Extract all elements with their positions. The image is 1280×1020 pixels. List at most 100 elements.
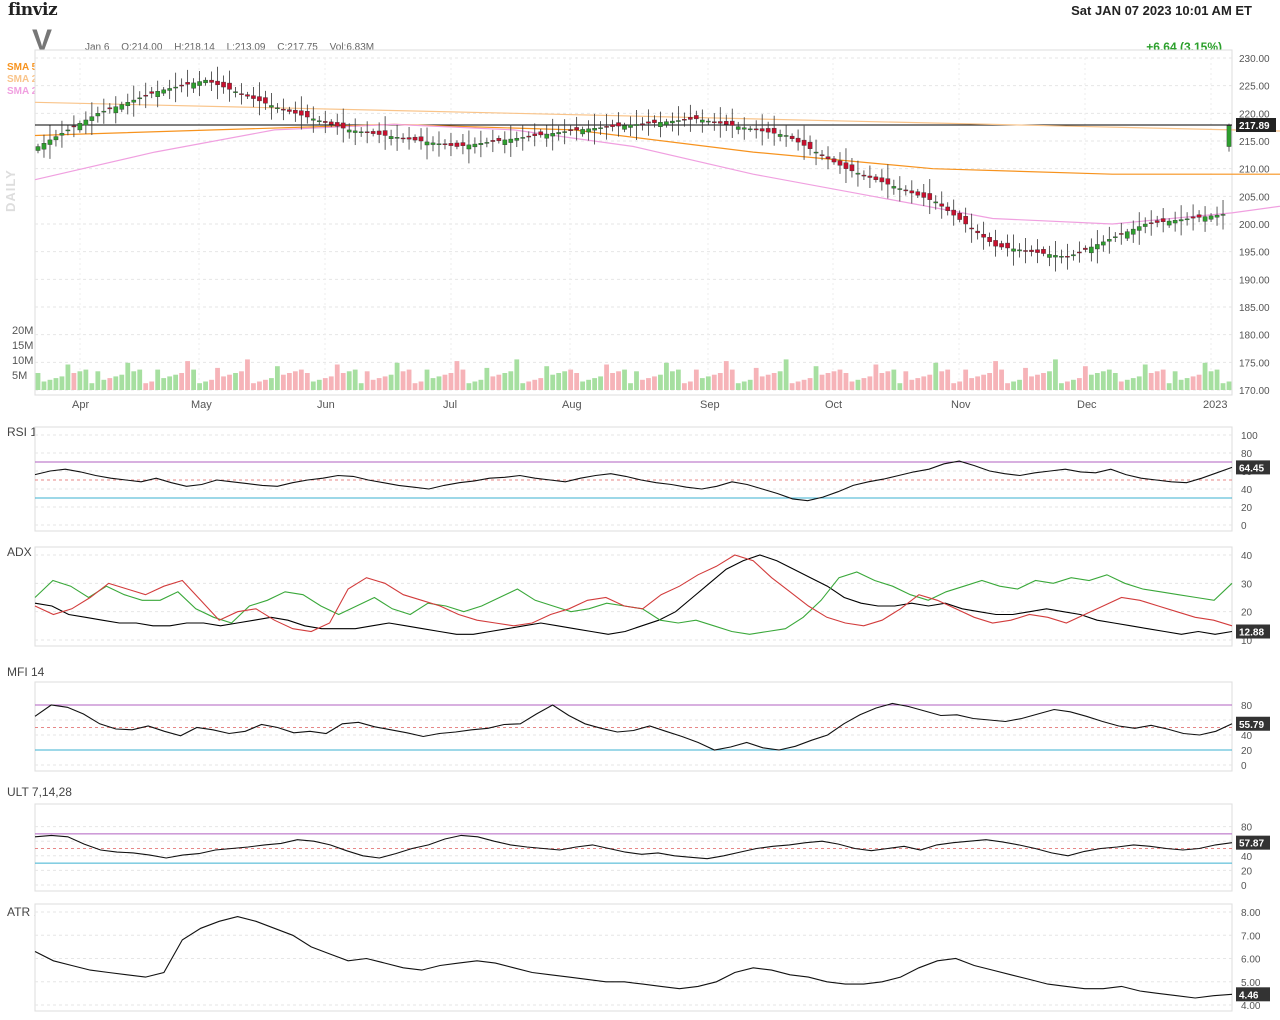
candle-body bbox=[532, 133, 538, 136]
candle-body bbox=[191, 82, 196, 89]
volume-bar bbox=[310, 381, 316, 390]
candle-body bbox=[634, 124, 639, 126]
volume-bar bbox=[1065, 381, 1070, 390]
candle-body bbox=[281, 108, 286, 111]
candle-body bbox=[466, 144, 472, 150]
volume-bar bbox=[1076, 378, 1082, 390]
volume-bar bbox=[1148, 373, 1154, 390]
volume-bar bbox=[508, 371, 514, 390]
candle-body bbox=[999, 243, 1004, 248]
candle-body bbox=[1041, 249, 1046, 254]
candle-body bbox=[59, 133, 65, 136]
price-tick-label: 205.00 bbox=[1239, 192, 1270, 203]
volume-bar bbox=[526, 381, 532, 390]
candle-body bbox=[496, 138, 502, 141]
candle-body bbox=[155, 90, 160, 97]
price-tick-label: 190.00 bbox=[1239, 275, 1270, 286]
candle-body bbox=[945, 206, 951, 211]
indicator-tick-label: 30 bbox=[1241, 579, 1253, 590]
candle-body bbox=[753, 128, 759, 131]
candle-body bbox=[239, 93, 244, 95]
candle-body bbox=[843, 162, 849, 169]
candle-body bbox=[448, 143, 454, 146]
candle-body bbox=[251, 95, 256, 99]
volume-bar bbox=[269, 378, 274, 390]
candle-body bbox=[1053, 255, 1058, 258]
candle-body bbox=[927, 193, 933, 200]
volume-bar bbox=[1059, 383, 1064, 390]
indicator-last-label: 12.88 bbox=[1239, 628, 1264, 639]
indicator-panel bbox=[34, 803, 1233, 892]
volume-bar bbox=[957, 381, 963, 390]
candle-body bbox=[550, 133, 555, 137]
volume-bar bbox=[1172, 371, 1178, 390]
candle-body bbox=[658, 121, 663, 127]
volume-bar bbox=[418, 381, 424, 390]
indicator-tick-label: 6.00 bbox=[1241, 955, 1261, 966]
candle-body bbox=[801, 139, 807, 146]
candle-body bbox=[287, 109, 292, 112]
chart-canvas[interactable]: 230.00225.00220.00215.00210.00205.00200.… bbox=[0, 0, 1280, 1020]
price-tick-label: 200.00 bbox=[1239, 220, 1270, 231]
volume-bar bbox=[406, 369, 412, 390]
price-tick-label: 215.00 bbox=[1239, 137, 1270, 148]
volume-bar bbox=[670, 371, 675, 390]
volume-bar bbox=[628, 383, 633, 390]
volume-bar bbox=[580, 381, 586, 390]
price-tick-label: 185.00 bbox=[1239, 303, 1270, 314]
volume-bar bbox=[556, 373, 562, 390]
candle-body bbox=[1214, 214, 1220, 218]
volume-bar bbox=[328, 376, 334, 390]
volume-bar bbox=[304, 373, 310, 390]
volume-bar bbox=[113, 376, 119, 390]
volume-bar bbox=[801, 379, 807, 390]
candle-body bbox=[514, 138, 520, 141]
volume-bar bbox=[1047, 371, 1052, 390]
candle-body bbox=[1071, 254, 1076, 257]
month-label: Apr bbox=[72, 399, 89, 411]
volume-bar bbox=[41, 381, 47, 390]
candle-body bbox=[370, 131, 376, 134]
candle-body bbox=[670, 120, 675, 124]
candle-body bbox=[77, 123, 83, 131]
candle-body bbox=[472, 143, 478, 148]
candle-body bbox=[454, 142, 460, 147]
indicator-tick-label: 20 bbox=[1241, 746, 1253, 757]
candle-body bbox=[969, 227, 974, 230]
candle-body bbox=[400, 137, 406, 140]
volume-bar bbox=[143, 383, 149, 390]
candle-body bbox=[981, 233, 986, 238]
candle-body bbox=[322, 121, 328, 123]
candle-body bbox=[1202, 216, 1208, 222]
candle-body bbox=[891, 186, 897, 189]
candle-body bbox=[1107, 239, 1112, 242]
volume-bar bbox=[83, 369, 89, 390]
candle-body bbox=[1029, 249, 1034, 252]
volume-bar bbox=[376, 378, 382, 390]
candle-body bbox=[1112, 236, 1118, 238]
candle-body bbox=[1166, 220, 1172, 226]
volume-bar bbox=[275, 366, 280, 390]
candle-body bbox=[406, 137, 412, 140]
candle-body bbox=[442, 143, 448, 145]
volume-bar bbox=[340, 373, 346, 390]
indicator-tick-label: 20 bbox=[1241, 503, 1253, 514]
candle-body bbox=[257, 96, 262, 102]
volume-bar bbox=[1029, 376, 1034, 390]
volume-bar bbox=[1190, 376, 1196, 390]
price-tick-label: 195.00 bbox=[1239, 248, 1270, 259]
candle-body bbox=[137, 97, 143, 100]
volume-bar bbox=[855, 379, 861, 390]
volume-bar bbox=[945, 369, 951, 390]
candle-body bbox=[352, 130, 358, 133]
candle-body bbox=[873, 176, 879, 180]
candle-body bbox=[903, 189, 909, 192]
candle-body bbox=[119, 104, 125, 110]
month-label: Nov bbox=[951, 399, 971, 411]
volume-bar bbox=[472, 381, 478, 390]
volume-bar bbox=[891, 369, 897, 390]
indicator-tick-label: 80 bbox=[1241, 701, 1253, 712]
candle-body bbox=[47, 139, 53, 145]
candle-body bbox=[741, 127, 747, 130]
candle-body bbox=[1124, 231, 1130, 239]
